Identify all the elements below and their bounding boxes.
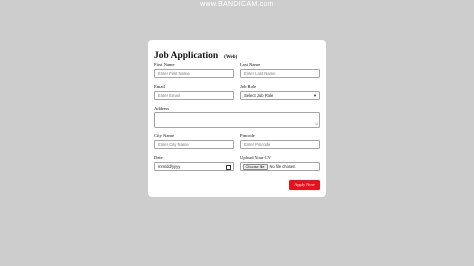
pincode-label: Pincode xyxy=(240,133,255,138)
date-label: Date xyxy=(154,155,163,160)
job-role-label: Job Role xyxy=(240,84,257,89)
chevron-down-icon: ▼ xyxy=(313,93,317,98)
email-field[interactable]: Enter Email xyxy=(154,91,234,100)
form-header: Job Application (Web) xyxy=(154,45,237,63)
job-role-select[interactable]: Select Job Role ▼ xyxy=(240,91,320,100)
last-name-label: Last Name xyxy=(240,62,261,67)
cv-file-input[interactable]: Choose file No file chosen xyxy=(240,162,320,171)
apply-now-button[interactable]: Apply Now xyxy=(289,180,320,190)
email-label: Email xyxy=(154,84,165,89)
first-name-field[interactable]: Enter First Name xyxy=(154,69,234,78)
form-subtitle: (Web) xyxy=(224,55,238,60)
form-title: Job Application xyxy=(154,51,219,61)
job-application-form: Job Application (Web) First Name Enter F… xyxy=(148,40,326,197)
job-role-selected-value: Select Job Role xyxy=(244,93,274,98)
file-status-text: No file chosen xyxy=(269,164,296,169)
first-name-label: First Name xyxy=(154,62,175,67)
date-value: mm/dd/yyyy xyxy=(158,164,181,169)
pincode-field[interactable]: Enter Pincode xyxy=(240,140,320,149)
city-name-field[interactable]: Enter City Name xyxy=(154,140,234,149)
last-name-field[interactable]: Enter Last Name xyxy=(240,69,320,78)
calendar-icon[interactable] xyxy=(226,165,231,170)
choose-file-button[interactable]: Choose file xyxy=(242,164,268,170)
date-field[interactable]: mm/dd/yyyy xyxy=(154,162,234,171)
city-name-label: City Name xyxy=(154,133,175,138)
recorder-watermark: www.BANDICAM.com xyxy=(200,1,274,8)
resize-grip-icon[interactable]: ⇲ xyxy=(315,122,318,126)
address-textarea[interactable]: ⇲ xyxy=(154,112,320,128)
address-label: Address xyxy=(154,106,170,111)
upload-cv-label: Upload Your CV xyxy=(240,155,272,160)
